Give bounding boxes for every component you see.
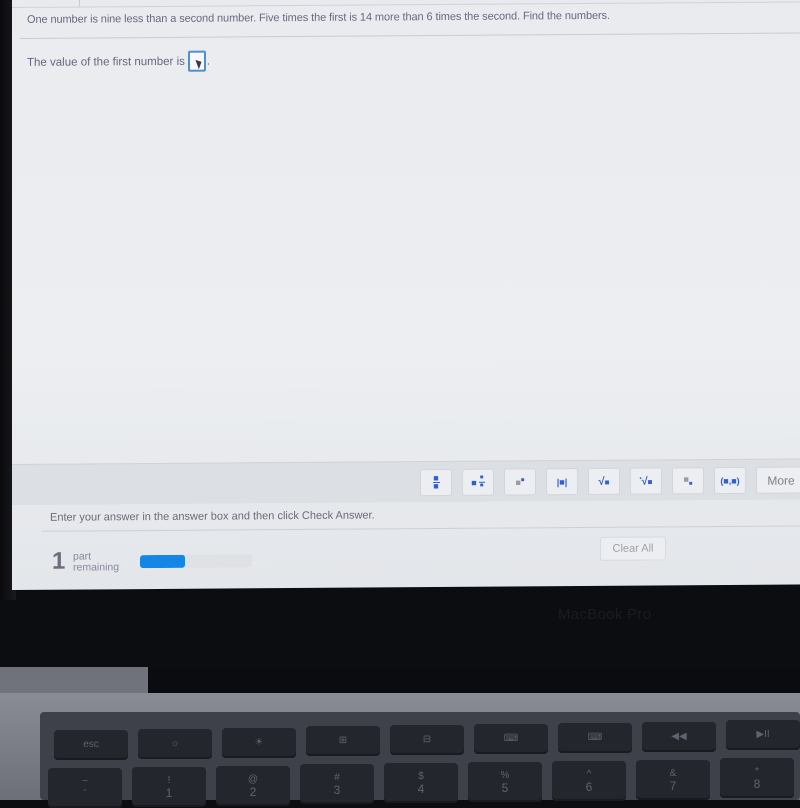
keyboard-number-key[interactable]: * 8 [720, 758, 794, 799]
key-label: ◀◀ [671, 730, 687, 742]
square-root-button[interactable]: √■ [588, 467, 620, 495]
absolute-value-icon: |■| [556, 476, 568, 487]
exponent-icon: ■■ [515, 476, 525, 487]
answer-line: The value of the first number is . [27, 50, 211, 73]
keyboard-fn-key[interactable]: ☀ [222, 727, 296, 758]
question-text: One number is nine less than a second nu… [27, 9, 610, 26]
instructions-divider [42, 525, 800, 532]
keyboard-number-key[interactable]: % 5 [468, 762, 542, 802]
mouse-pointer-icon [195, 58, 204, 70]
key-label: ☼ [170, 737, 180, 749]
keyboard-number-key[interactable]: #3 [300, 764, 374, 805]
progress-bar-fill [140, 554, 185, 569]
keyboard-fn-key[interactable]: ⊞ [306, 726, 380, 757]
clear-all-button[interactable]: Clear All [600, 536, 666, 561]
key-label: 1 [165, 785, 173, 800]
key-shift-label: ! [167, 774, 171, 786]
key-label: 5 [501, 781, 509, 795]
answer-prompt: The value of the first number is [27, 55, 185, 69]
answer-suffix: . [206, 55, 211, 68]
key-label: 2 [249, 784, 257, 799]
header-divider [79, 0, 80, 7]
ordered-pair-button[interactable]: (■,■) [714, 466, 746, 495]
ordered-pair-icon: (■,■) [720, 475, 740, 486]
keyboard-fn-key[interactable]: ◀◀ [642, 721, 716, 752]
question-divider [20, 32, 800, 39]
key-label: ☀ [254, 736, 264, 748]
subscript-button[interactable]: ■■ [672, 467, 704, 495]
keyboard-number-key[interactable]: ^ 6 [552, 760, 626, 801]
key-label: 7 [669, 778, 677, 793]
keyboard-fn-key[interactable]: ☼ [138, 728, 212, 759]
mixed-number-icon: ■ ■ ■ [471, 474, 485, 489]
subscript-icon: ■■ [683, 474, 693, 488]
answer-input-box[interactable] [187, 50, 206, 72]
absolute-value-button[interactable]: |■| [546, 468, 578, 496]
keyboard-number-key[interactable]: & 7 [636, 759, 710, 800]
laptop-hinge [148, 667, 800, 694]
keyboard-number-key[interactable]: ~ ` [48, 768, 122, 808]
key-label: 8 [753, 777, 761, 792]
keyboard-number-key[interactable]: $4 [384, 763, 458, 804]
nth-root-button[interactable]: ▪√■ [630, 467, 662, 495]
key-label: ⌨ [587, 731, 603, 743]
mixed-number-button[interactable]: ■ ■ ■ [462, 468, 494, 496]
instructions-text: Enter your answer in the answer box and … [50, 509, 375, 524]
key-label: ▶II [756, 729, 770, 741]
browser-screen: One number is nine less than a second nu… [12, 0, 800, 590]
key-label: 6 [585, 779, 593, 794]
keyboard-number-key[interactable]: ! 1 [132, 766, 206, 807]
macbook-label: MacBook Pro [558, 606, 652, 623]
more-button[interactable]: More [756, 466, 800, 494]
key-label: esc [83, 739, 99, 750]
keyboard-fn-key[interactable]: esc [54, 730, 128, 760]
key-label: ⊞ [338, 735, 348, 747]
key-shift-label: ^ [586, 768, 592, 780]
key-label: ` [83, 787, 87, 801]
keyboard: esc ☼ ☀ ⊞ ⊟ ⌨ ⌨ ◀◀ ▶II ~ `! 1 @2 #3 $4% 5 ^ 6 & 7 * 8 [40, 712, 800, 808]
keyboard-fn-key[interactable]: ⌨ [558, 722, 632, 753]
fraction-button[interactable]: ■ ■ [420, 468, 452, 497]
keyboard-fn-key[interactable]: ▶II [726, 720, 800, 751]
key-shift-label: & [669, 767, 677, 779]
key-label: ⊟ [422, 734, 432, 746]
square-root-icon: √■ [598, 475, 610, 488]
key-label: 3 [333, 783, 341, 798]
math-toolbar: ■ ■ ■ ■ ■ ■■ |■| √■ ▪√■ ■■ (■,■) More [12, 458, 800, 505]
key-shift-label: @ [247, 773, 259, 785]
fraction-icon: ■ ■ [432, 473, 440, 492]
key-label: 4 [417, 782, 425, 797]
exponent-button[interactable]: ■■ [504, 468, 536, 496]
keyboard-fn-key[interactable]: ⊟ [390, 725, 464, 756]
top-header-strip [12, 0, 800, 8]
nth-root-icon: ▪√■ [639, 475, 653, 488]
progress-bar [140, 554, 252, 569]
parts-label-line2: remaining [73, 561, 120, 574]
keyboard-fn-key[interactable]: ⌨ [474, 724, 548, 754]
parts-remaining-count: 1 [52, 547, 66, 575]
key-label: ⌨ [503, 733, 519, 744]
parts-remaining-label: part remaining [73, 550, 120, 574]
